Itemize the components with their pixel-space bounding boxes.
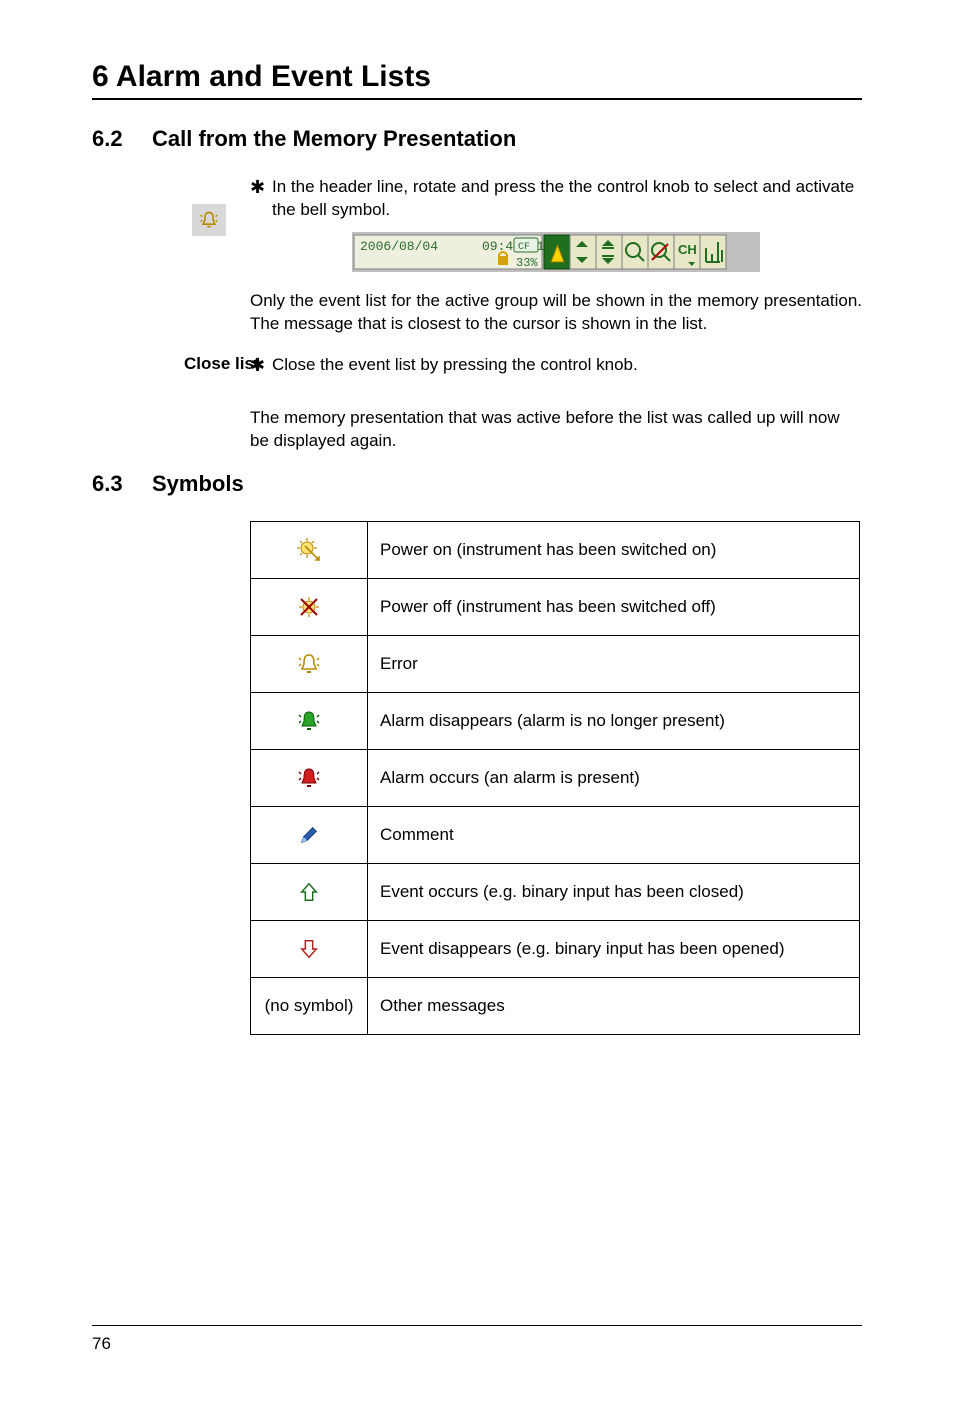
section-title: Symbols [152,471,244,497]
svg-text:CF: CF [518,242,530,253]
section-heading-6-3: 6.3 Symbols [92,471,862,497]
table-row: Event disappears (e.g. binary input has … [251,921,860,978]
event-occurs-arrow-up-icon [251,864,368,921]
comment-pen-icon [251,807,368,864]
table-row: Comment [251,807,860,864]
section-number: 6.3 [92,471,152,497]
chapter-rule [92,98,862,100]
header-toolbar: 2006/08/04 09:49:51 CF 33% CH [352,232,760,272]
table-row: Event occurs (e.g. binary input has been… [251,864,860,921]
symbol-desc: Alarm occurs (an alarm is present) [368,750,860,807]
symbol-desc: Error [368,636,860,693]
symbol-desc: Power off (instrument has been switched … [368,579,860,636]
bell-icon [199,210,219,230]
table-row: (no symbol) Other messages [251,978,860,1035]
page-number: 76 [92,1334,111,1353]
section-number: 6.2 [92,126,152,152]
bell-icon-box [192,204,226,236]
symbol-desc: Event disappears (e.g. binary input has … [368,921,860,978]
table-row: Power on (instrument has been switched o… [251,522,860,579]
symbol-desc: Other messages [368,978,860,1035]
bullet-star-icon: ✱ [250,176,272,199]
alarm-disappears-icon [251,693,368,750]
alarm-occurs-icon [251,750,368,807]
symbol-desc: Power on (instrument has been switched o… [368,522,860,579]
event-disappears-arrow-down-icon [251,921,368,978]
svg-text:CH: CH [678,242,697,257]
close-list-text: Close the event list by pressing the con… [272,354,638,377]
symbols-table: Power on (instrument has been switched o… [250,521,860,1035]
symbol-desc: Comment [368,807,860,864]
instruction-text: In the header line, rotate and press the… [272,176,862,222]
toolbar-date: 2006/08/04 [360,239,438,254]
section-heading-6-2: 6.2 Call from the Memory Presentation [92,126,862,152]
memory-presentation-note: Only the event list for the active group… [250,290,862,336]
symbol-desc: Alarm disappears (alarm is no longer pre… [368,693,860,750]
power-on-icon [251,522,368,579]
symbol-desc: Event occurs (e.g. binary input has been… [368,864,860,921]
instruction-step: ✱ In the header line, rotate and press t… [250,176,862,222]
chapter-title: 6 Alarm and Event Lists [92,60,862,94]
power-off-icon [251,579,368,636]
memory-restore-note: The memory presentation that was active … [250,407,862,453]
error-bell-icon [251,636,368,693]
close-list-label: Close list [184,354,260,374]
table-row: Alarm occurs (an alarm is present) [251,750,860,807]
section-title: Call from the Memory Presentation [152,126,516,152]
toolbar-percent: 33% [516,256,538,270]
no-symbol-cell: (no symbol) [251,978,368,1035]
table-row: Alarm disappears (alarm is no longer pre… [251,693,860,750]
table-row: Power off (instrument has been switched … [251,579,860,636]
close-list-step: ✱ Close the event list by pressing the c… [250,354,862,377]
table-row: Error [251,636,860,693]
